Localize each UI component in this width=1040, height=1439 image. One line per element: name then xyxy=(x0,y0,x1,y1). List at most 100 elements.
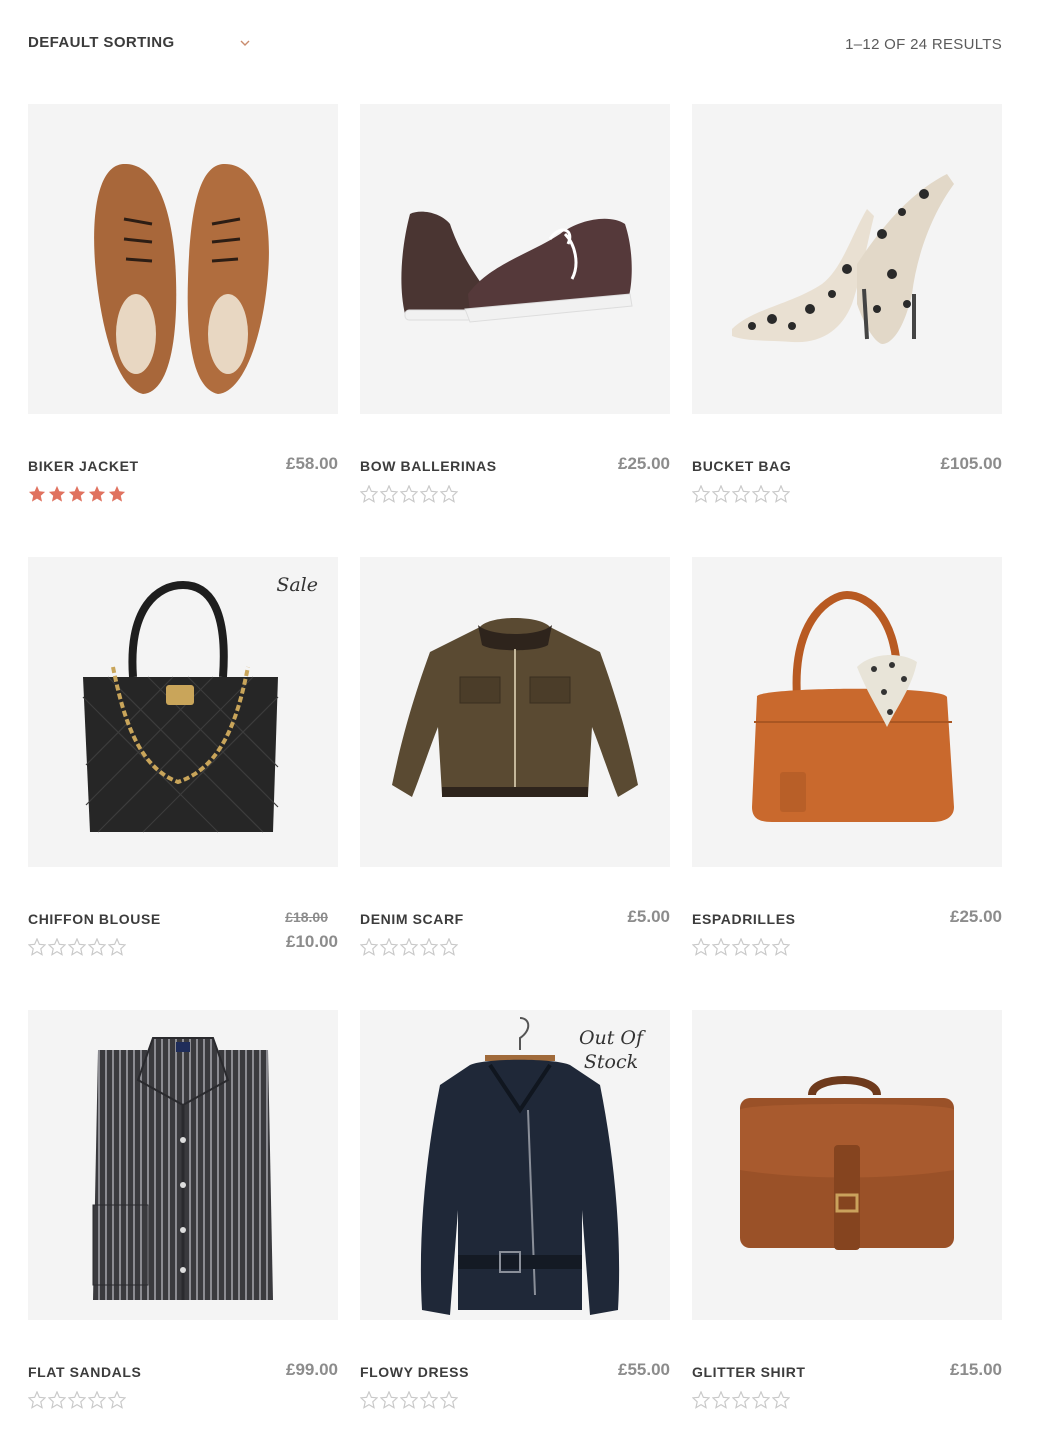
star-empty-icon xyxy=(400,485,418,503)
product-image-link[interactable] xyxy=(692,557,1002,867)
star-rating xyxy=(360,1391,458,1411)
star-empty-icon xyxy=(108,1391,126,1409)
product-price-original: £18.00 xyxy=(285,909,328,925)
star-rating xyxy=(360,485,458,505)
star-empty-icon xyxy=(732,938,750,956)
star-empty-icon xyxy=(752,1391,770,1409)
product-card: Out Of Stock FLOWY DRESS £55.00 xyxy=(360,1010,670,1420)
star-empty-icon xyxy=(440,938,458,956)
product-title[interactable]: FLOWY DRESS xyxy=(360,1364,469,1380)
star-rating xyxy=(692,938,790,958)
star-empty-icon xyxy=(380,938,398,956)
star-rating xyxy=(28,938,126,958)
star-empty-icon xyxy=(692,938,710,956)
star-empty-icon xyxy=(732,1391,750,1409)
product-price: £58.00 xyxy=(286,454,338,473)
star-empty-icon xyxy=(420,938,438,956)
star-empty-icon xyxy=(712,1391,730,1409)
product-card: ESPADRILLES £25.00 xyxy=(692,557,1002,967)
star-empty-icon xyxy=(692,1391,710,1409)
product-price: £5.00 xyxy=(627,907,670,926)
tan-bag-scarf-icon xyxy=(752,590,954,822)
chevron-down-icon xyxy=(240,40,250,46)
star-empty-icon xyxy=(360,938,378,956)
star-empty-icon xyxy=(48,938,66,956)
quilted-handbag-icon xyxy=(82,580,279,833)
bomber-jacket-icon xyxy=(392,618,638,797)
sort-dropdown[interactable]: DEFAULT SORTING xyxy=(28,34,252,58)
star-rating xyxy=(28,485,126,505)
brown-brogues-icon xyxy=(94,163,269,394)
result-count: 1–12 OF 24 RESULTS xyxy=(845,36,1002,53)
star-filled-icon xyxy=(28,485,46,502)
star-empty-icon xyxy=(440,1391,458,1409)
star-empty-icon xyxy=(712,938,730,956)
product-image-link[interactable] xyxy=(28,104,338,414)
star-empty-icon xyxy=(420,1391,438,1409)
sale-badge: Sale xyxy=(276,574,318,596)
star-empty-icon xyxy=(752,938,770,956)
star-empty-icon xyxy=(772,938,790,956)
product-title[interactable]: CHIFFON BLOUSE xyxy=(28,911,161,927)
star-empty-icon xyxy=(360,485,378,503)
star-filled-icon xyxy=(88,485,106,502)
star-filled-icon xyxy=(68,485,86,502)
star-empty-icon xyxy=(28,1391,46,1409)
product-card: GLITTER SHIRT £15.00 xyxy=(692,1010,1002,1420)
product-image-link[interactable]: Out Of Stock xyxy=(360,1010,670,1320)
product-title[interactable]: BIKER JACKET xyxy=(28,458,139,474)
star-empty-icon xyxy=(440,485,458,503)
star-empty-icon xyxy=(380,485,398,503)
product-image-link[interactable] xyxy=(360,104,670,414)
star-filled-icon xyxy=(108,485,126,502)
shop-toolbar: DEFAULT SORTING 1–12 OF 24 RESULTS xyxy=(28,30,1002,62)
product-title[interactable]: GLITTER SHIRT xyxy=(692,1364,806,1380)
leopard-heels-icon xyxy=(732,174,954,344)
product-image-link[interactable] xyxy=(28,1010,338,1320)
star-empty-icon xyxy=(692,485,710,503)
star-empty-icon xyxy=(88,938,106,956)
out-of-stock-badge: Out Of Stock xyxy=(578,1027,644,1073)
product-card: DENIM SCARF £5.00 xyxy=(360,557,670,967)
product-card: BOW BALLERINAS £25.00 xyxy=(360,104,670,514)
product-price: £25.00 xyxy=(618,454,670,473)
star-empty-icon xyxy=(712,485,730,503)
star-empty-icon xyxy=(732,485,750,503)
star-empty-icon xyxy=(752,485,770,503)
dark-sneakers-icon xyxy=(401,211,633,323)
product-price: £55.00 xyxy=(618,1360,670,1379)
product-card: BIKER JACKET £58.00 xyxy=(28,104,338,514)
product-title[interactable]: DENIM SCARF xyxy=(360,911,464,927)
product-title[interactable]: BOW BALLERINAS xyxy=(360,458,497,474)
product-card: FLAT SANDALS £99.00 xyxy=(28,1010,338,1420)
star-empty-icon xyxy=(772,1391,790,1409)
product-image-link[interactable]: Sale xyxy=(28,557,338,867)
product-image-link[interactable] xyxy=(692,104,1002,414)
star-filled-icon xyxy=(48,485,66,502)
striped-shirt-icon xyxy=(92,1037,273,1300)
star-rating xyxy=(692,1391,790,1411)
product-title[interactable]: BUCKET BAG xyxy=(692,458,791,474)
product-price: £99.00 xyxy=(286,1360,338,1379)
product-price-sale: £10.00 xyxy=(286,932,338,951)
product-price: £25.00 xyxy=(950,907,1002,926)
product-card: Sale CHIFFON BLOUSE £18.00 £10.00 xyxy=(28,557,338,967)
sort-label: DEFAULT SORTING xyxy=(28,34,175,51)
star-empty-icon xyxy=(108,938,126,956)
leather-satchel-icon xyxy=(740,1076,954,1250)
star-empty-icon xyxy=(360,1391,378,1409)
star-empty-icon xyxy=(420,485,438,503)
star-empty-icon xyxy=(28,938,46,956)
product-card: BUCKET BAG £105.00 xyxy=(692,104,1002,514)
product-image-link[interactable] xyxy=(360,557,670,867)
star-empty-icon xyxy=(48,1391,66,1409)
product-image-link[interactable] xyxy=(692,1010,1002,1320)
product-title[interactable]: ESPADRILLES xyxy=(692,911,796,927)
star-rating xyxy=(28,1391,126,1411)
star-empty-icon xyxy=(772,485,790,503)
star-empty-icon xyxy=(400,1391,418,1409)
star-empty-icon xyxy=(400,938,418,956)
star-empty-icon xyxy=(88,1391,106,1409)
product-title[interactable]: FLAT SANDALS xyxy=(28,1364,142,1380)
star-empty-icon xyxy=(380,1391,398,1409)
